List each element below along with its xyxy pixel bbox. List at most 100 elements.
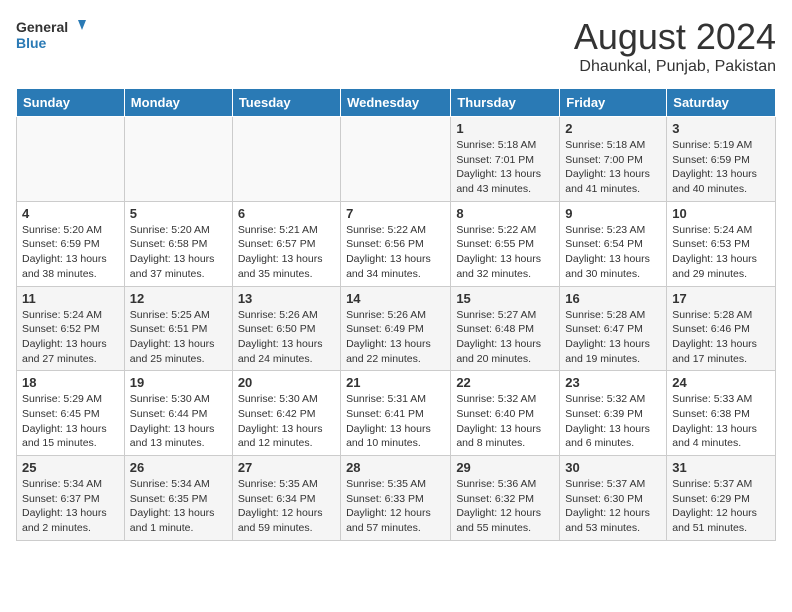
calendar-day-cell: 16Sunrise: 5:28 AM Sunset: 6:47 PM Dayli… xyxy=(560,286,667,371)
calendar-week-row: 1Sunrise: 5:18 AM Sunset: 7:01 PM Daylig… xyxy=(17,117,776,202)
day-detail: Sunrise: 5:18 AM Sunset: 7:01 PM Dayligh… xyxy=(456,138,554,197)
day-number: 17 xyxy=(672,291,770,306)
calendar-day-cell: 25Sunrise: 5:34 AM Sunset: 6:37 PM Dayli… xyxy=(17,456,125,541)
day-number: 8 xyxy=(456,206,554,221)
calendar-day-cell: 23 Sunrise: 5:32 AM Sunset: 6:39 PM Dayli… xyxy=(560,371,667,456)
day-number: 3 xyxy=(672,121,770,136)
day-number: 24 xyxy=(672,375,770,390)
calendar-day-cell: 24Sunrise: 5:33 AM Sunset: 6:38 PM Dayli… xyxy=(667,371,776,456)
day-number: 23 xyxy=(565,375,661,390)
day-detail: Sunrise: 5:22 AM Sunset: 6:55 PM Dayligh… xyxy=(456,223,554,282)
weekday-header-cell: Wednesday xyxy=(341,89,451,117)
calendar-day-cell: 28Sunrise: 5:35 AM Sunset: 6:33 PM Dayli… xyxy=(341,456,451,541)
day-detail: Sunrise: 5:19 AM Sunset: 6:59 PM Dayligh… xyxy=(672,138,770,197)
day-detail: Sunrise: 5:18 AM Sunset: 7:00 PM Dayligh… xyxy=(565,138,661,197)
day-detail: Sunrise: 5:24 AM Sunset: 6:52 PM Dayligh… xyxy=(22,308,119,367)
calendar-day-cell: 21Sunrise: 5:31 AM Sunset: 6:41 PM Dayli… xyxy=(341,371,451,456)
weekday-header-cell: Tuesday xyxy=(232,89,340,117)
day-detail: Sunrise: 5:31 AM Sunset: 6:41 PM Dayligh… xyxy=(346,392,445,451)
calendar-day-cell: 11 Sunrise: 5:24 AM Sunset: 6:52 PM Dayli… xyxy=(17,286,125,371)
weekday-header-cell: Thursday xyxy=(451,89,560,117)
day-number: 2 xyxy=(565,121,661,136)
calendar-week-row: 25Sunrise: 5:34 AM Sunset: 6:37 PM Dayli… xyxy=(17,456,776,541)
day-number: 13 xyxy=(238,291,335,306)
day-detail: Sunrise: 5:21 AM Sunset: 6:57 PM Dayligh… xyxy=(238,223,335,282)
calendar-day-cell: 6 Sunrise: 5:21 AM Sunset: 6:57 PM Daylig… xyxy=(232,201,340,286)
calendar-day-cell: 20 Sunrise: 5:30 AM Sunset: 6:42 PM Dayli… xyxy=(232,371,340,456)
calendar-day-cell: 5 Sunrise: 5:20 AM Sunset: 6:58 PM Daylig… xyxy=(124,201,232,286)
day-detail: Sunrise: 5:34 AM Sunset: 6:37 PM Dayligh… xyxy=(22,477,119,536)
day-detail: Sunrise: 5:29 AM Sunset: 6:45 PM Dayligh… xyxy=(22,392,119,451)
day-number: 6 xyxy=(238,206,335,221)
calendar-day-cell: 29 Sunrise: 5:36 AM Sunset: 6:32 PM Dayli… xyxy=(451,456,560,541)
day-number: 22 xyxy=(456,375,554,390)
day-detail: Sunrise: 5:20 AM Sunset: 6:59 PM Dayligh… xyxy=(22,223,119,282)
weekday-header-cell: Saturday xyxy=(667,89,776,117)
svg-text:Blue: Blue xyxy=(16,35,47,51)
day-detail: Sunrise: 5:37 AM Sunset: 6:29 PM Dayligh… xyxy=(672,477,770,536)
weekday-header-row: SundayMondayTuesdayWednesdayThursdayFrid… xyxy=(17,89,776,117)
calendar-day-cell: 13 Sunrise: 5:26 AM Sunset: 6:50 PM Dayli… xyxy=(232,286,340,371)
day-detail: Sunrise: 5:26 AM Sunset: 6:50 PM Dayligh… xyxy=(238,308,335,367)
calendar-day-cell xyxy=(232,117,340,202)
day-number: 31 xyxy=(672,460,770,475)
day-number: 26 xyxy=(130,460,227,475)
calendar-day-cell: 4 Sunrise: 5:20 AM Sunset: 6:59 PM Daylig… xyxy=(17,201,125,286)
calendar-day-cell: 8 Sunrise: 5:22 AM Sunset: 6:55 PM Daylig… xyxy=(451,201,560,286)
calendar-day-cell: 31 Sunrise: 5:37 AM Sunset: 6:29 PM Dayli… xyxy=(667,456,776,541)
day-number: 7 xyxy=(346,206,445,221)
day-detail: Sunrise: 5:35 AM Sunset: 6:34 PM Dayligh… xyxy=(238,477,335,536)
day-number: 14 xyxy=(346,291,445,306)
day-number: 20 xyxy=(238,375,335,390)
calendar-day-cell: 1Sunrise: 5:18 AM Sunset: 7:01 PM Daylig… xyxy=(451,117,560,202)
day-number: 16 xyxy=(565,291,661,306)
day-number: 11 xyxy=(22,291,119,306)
calendar-day-cell: 10Sunrise: 5:24 AM Sunset: 6:53 PM Dayli… xyxy=(667,201,776,286)
day-number: 30 xyxy=(565,460,661,475)
calendar-day-cell: 19 Sunrise: 5:30 AM Sunset: 6:44 PM Dayli… xyxy=(124,371,232,456)
day-number: 29 xyxy=(456,460,554,475)
day-number: 12 xyxy=(130,291,227,306)
calendar-day-cell: 7Sunrise: 5:22 AM Sunset: 6:56 PM Daylig… xyxy=(341,201,451,286)
weekday-header-cell: Sunday xyxy=(17,89,125,117)
calendar-day-cell xyxy=(17,117,125,202)
page-header: General Blue August 2024 Dhaunkal, Punja… xyxy=(16,16,776,76)
calendar-day-cell: 15Sunrise: 5:27 AM Sunset: 6:48 PM Dayli… xyxy=(451,286,560,371)
calendar-day-cell: 18 Sunrise: 5:29 AM Sunset: 6:45 PM Dayli… xyxy=(17,371,125,456)
title-block: August 2024 Dhaunkal, Punjab, Pakistan xyxy=(574,16,776,76)
calendar-day-cell: 27 Sunrise: 5:35 AM Sunset: 6:34 PM Dayli… xyxy=(232,456,340,541)
calendar-day-cell: 2 Sunrise: 5:18 AM Sunset: 7:00 PM Daylig… xyxy=(560,117,667,202)
calendar-day-cell: 30Sunrise: 5:37 AM Sunset: 6:30 PM Dayli… xyxy=(560,456,667,541)
calendar-day-cell: 22 Sunrise: 5:32 AM Sunset: 6:40 PM Dayli… xyxy=(451,371,560,456)
day-number: 4 xyxy=(22,206,119,221)
day-detail: Sunrise: 5:32 AM Sunset: 6:39 PM Dayligh… xyxy=(565,392,661,451)
page-title: August 2024 xyxy=(574,16,776,58)
day-detail: Sunrise: 5:32 AM Sunset: 6:40 PM Dayligh… xyxy=(456,392,554,451)
calendar-day-cell: 14 Sunrise: 5:26 AM Sunset: 6:49 PM Dayli… xyxy=(341,286,451,371)
day-detail: Sunrise: 5:30 AM Sunset: 6:44 PM Dayligh… xyxy=(130,392,227,451)
day-detail: Sunrise: 5:24 AM Sunset: 6:53 PM Dayligh… xyxy=(672,223,770,282)
calendar-day-cell xyxy=(124,117,232,202)
day-detail: Sunrise: 5:23 AM Sunset: 6:54 PM Dayligh… xyxy=(565,223,661,282)
day-number: 27 xyxy=(238,460,335,475)
svg-text:General: General xyxy=(16,19,68,35)
calendar-day-cell: 17Sunrise: 5:28 AM Sunset: 6:46 PM Dayli… xyxy=(667,286,776,371)
calendar-week-row: 18 Sunrise: 5:29 AM Sunset: 6:45 PM Dayli… xyxy=(17,371,776,456)
day-detail: Sunrise: 5:30 AM Sunset: 6:42 PM Dayligh… xyxy=(238,392,335,451)
day-detail: Sunrise: 5:36 AM Sunset: 6:32 PM Dayligh… xyxy=(456,477,554,536)
day-number: 18 xyxy=(22,375,119,390)
day-number: 5 xyxy=(130,206,227,221)
day-number: 15 xyxy=(456,291,554,306)
day-number: 19 xyxy=(130,375,227,390)
day-number: 9 xyxy=(565,206,661,221)
logo-svg: General Blue xyxy=(16,16,86,58)
day-detail: Sunrise: 5:35 AM Sunset: 6:33 PM Dayligh… xyxy=(346,477,445,536)
calendar-day-cell: 12Sunrise: 5:25 AM Sunset: 6:51 PM Dayli… xyxy=(124,286,232,371)
day-detail: Sunrise: 5:34 AM Sunset: 6:35 PM Dayligh… xyxy=(130,477,227,536)
day-detail: Sunrise: 5:26 AM Sunset: 6:49 PM Dayligh… xyxy=(346,308,445,367)
day-detail: Sunrise: 5:20 AM Sunset: 6:58 PM Dayligh… xyxy=(130,223,227,282)
calendar-day-cell: 9 Sunrise: 5:23 AM Sunset: 6:54 PM Daylig… xyxy=(560,201,667,286)
logo: General Blue xyxy=(16,16,86,58)
calendar-day-cell: 3 Sunrise: 5:19 AM Sunset: 6:59 PM Daylig… xyxy=(667,117,776,202)
weekday-header-cell: Monday xyxy=(124,89,232,117)
